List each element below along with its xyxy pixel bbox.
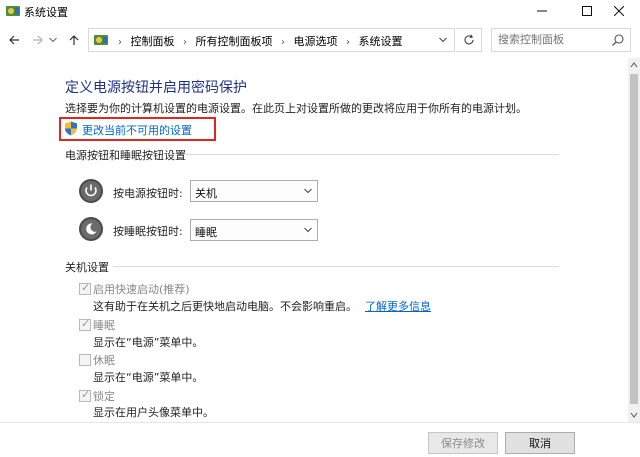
uac-shield-icon (65, 121, 77, 136)
control-panel-icon (6, 6, 20, 16)
sleep-button-select[interactable]: 睡眠 (190, 219, 318, 241)
section-heading-shutdown: 关机设置 (65, 261, 109, 274)
breadcrumb-separator-icon[interactable]: › (183, 37, 187, 48)
arrow-left-icon (9, 35, 19, 45)
sleep-button-label: 按睡眠按钮时: (113, 225, 183, 238)
sleep-button-icon (79, 217, 103, 241)
sleep-button-select-value: 睡眠 (195, 226, 217, 239)
checkmark-icon: ✓ (81, 317, 91, 330)
hibernate-checkbox[interactable] (79, 354, 91, 366)
content-panel: 定义电源按钮并启用密码保护 选择要为你的计算机设置的电源设置。在此页上对设置所做… (0, 58, 628, 422)
fast-startup-description: 这有助于在关机之后更快地启动电脑。不会影响重启。 了解更多信息 (93, 298, 431, 314)
checkmark-icon: ✓ (81, 281, 91, 294)
breadcrumb: › 控制面板 › 所有控制面板项 › 电源选项 › 系统设置 (113, 33, 403, 49)
fast-startup-checkbox[interactable]: ✓ (79, 281, 91, 295)
chevron-down-icon (439, 37, 447, 43)
scroll-up-icon[interactable] (628, 60, 640, 70)
arrow-right-icon (33, 35, 43, 45)
up-button[interactable] (64, 30, 84, 50)
breadcrumb-item-system-settings[interactable]: 系统设置 (359, 35, 403, 48)
breadcrumb-separator-icon[interactable]: › (281, 37, 285, 48)
recent-locations-button[interactable] (46, 30, 60, 50)
address-bar[interactable]: › 控制面板 › 所有控制面板项 › 电源选项 › 系统设置 (88, 28, 455, 52)
hibernate-label: 休眠 (93, 354, 115, 367)
sleep-label: 睡眠 (93, 319, 115, 332)
cancel-button[interactable]: 取消 (505, 432, 575, 454)
chevron-down-icon (304, 227, 312, 233)
forward-button[interactable] (28, 30, 48, 50)
back-button[interactable] (4, 30, 24, 50)
vertical-scrollbar[interactable] (628, 58, 640, 422)
section-divider (186, 154, 559, 155)
learn-more-link[interactable]: 了解更多信息 (365, 300, 431, 313)
hibernate-description: 显示在“电源”菜单中。 (93, 371, 204, 384)
navigation-bar: › 控制面板 › 所有控制面板项 › 电源选项 › 系统设置 (0, 24, 640, 56)
breadcrumb-separator-icon[interactable]: › (346, 37, 350, 48)
save-changes-button[interactable]: 保存修改 (428, 432, 498, 454)
search-input[interactable] (498, 33, 608, 46)
footer-bar: 保存修改 取消 (0, 422, 640, 457)
search-icon (612, 34, 624, 46)
chevron-down-icon (304, 188, 312, 194)
page-title: 定义电源按钮并启用密码保护 (65, 80, 247, 96)
breadcrumb-item-all-items[interactable]: 所有控制面板项 (196, 35, 273, 48)
breadcrumb-item-power-options[interactable]: 电源选项 (294, 35, 338, 48)
power-button-select[interactable]: 关机 (190, 180, 318, 202)
sleep-checkbox[interactable]: ✓ (79, 317, 91, 331)
search-box[interactable] (491, 28, 631, 52)
address-history-button[interactable] (436, 33, 450, 47)
breadcrumb-separator-icon: › (118, 37, 122, 48)
page-description: 选择要为你的计算机设置的电源设置。在此页上对设置所做的更改将应用于你所有的电源计… (65, 102, 527, 115)
fast-startup-label: 启用快速启动(推荐) (93, 283, 190, 296)
arrow-up-icon (69, 35, 79, 45)
refresh-icon (464, 34, 474, 45)
control-panel-icon (94, 35, 108, 45)
power-button-select-value: 关机 (195, 187, 217, 200)
chevron-down-icon (49, 37, 57, 43)
lock-description: 显示在用户头像菜单中。 (93, 406, 214, 419)
power-button-label: 按电源按钮时: (113, 187, 183, 200)
section-heading-buttons: 电源按钮和睡眠按钮设置 (65, 149, 186, 162)
window-title: 系统设置 (24, 6, 68, 19)
sleep-description: 显示在“电源”菜单中。 (93, 336, 204, 349)
minimize-button[interactable] (520, 0, 564, 22)
refresh-button[interactable] (456, 28, 482, 52)
title-bar: 系统设置 (0, 0, 640, 22)
close-icon (614, 6, 624, 16)
scrollbar-thumb[interactable] (630, 74, 638, 404)
fast-startup-description-text: 这有助于在关机之后更快地启动电脑。不会影响重启。 (93, 300, 357, 313)
breadcrumb-item-control-panel[interactable]: 控制面板 (131, 35, 175, 48)
section-divider (113, 266, 559, 267)
scroll-down-icon[interactable] (628, 410, 640, 420)
minimize-icon (537, 10, 547, 12)
lock-checkbox[interactable]: ✓ (79, 388, 91, 402)
change-unavailable-settings-link[interactable]: 更改当前不可用的设置 (82, 122, 192, 138)
checkmark-icon: ✓ (81, 388, 91, 401)
lock-label: 锁定 (93, 390, 115, 403)
power-button-icon (79, 179, 103, 203)
maximize-icon (582, 6, 592, 16)
close-button[interactable] (598, 0, 640, 22)
